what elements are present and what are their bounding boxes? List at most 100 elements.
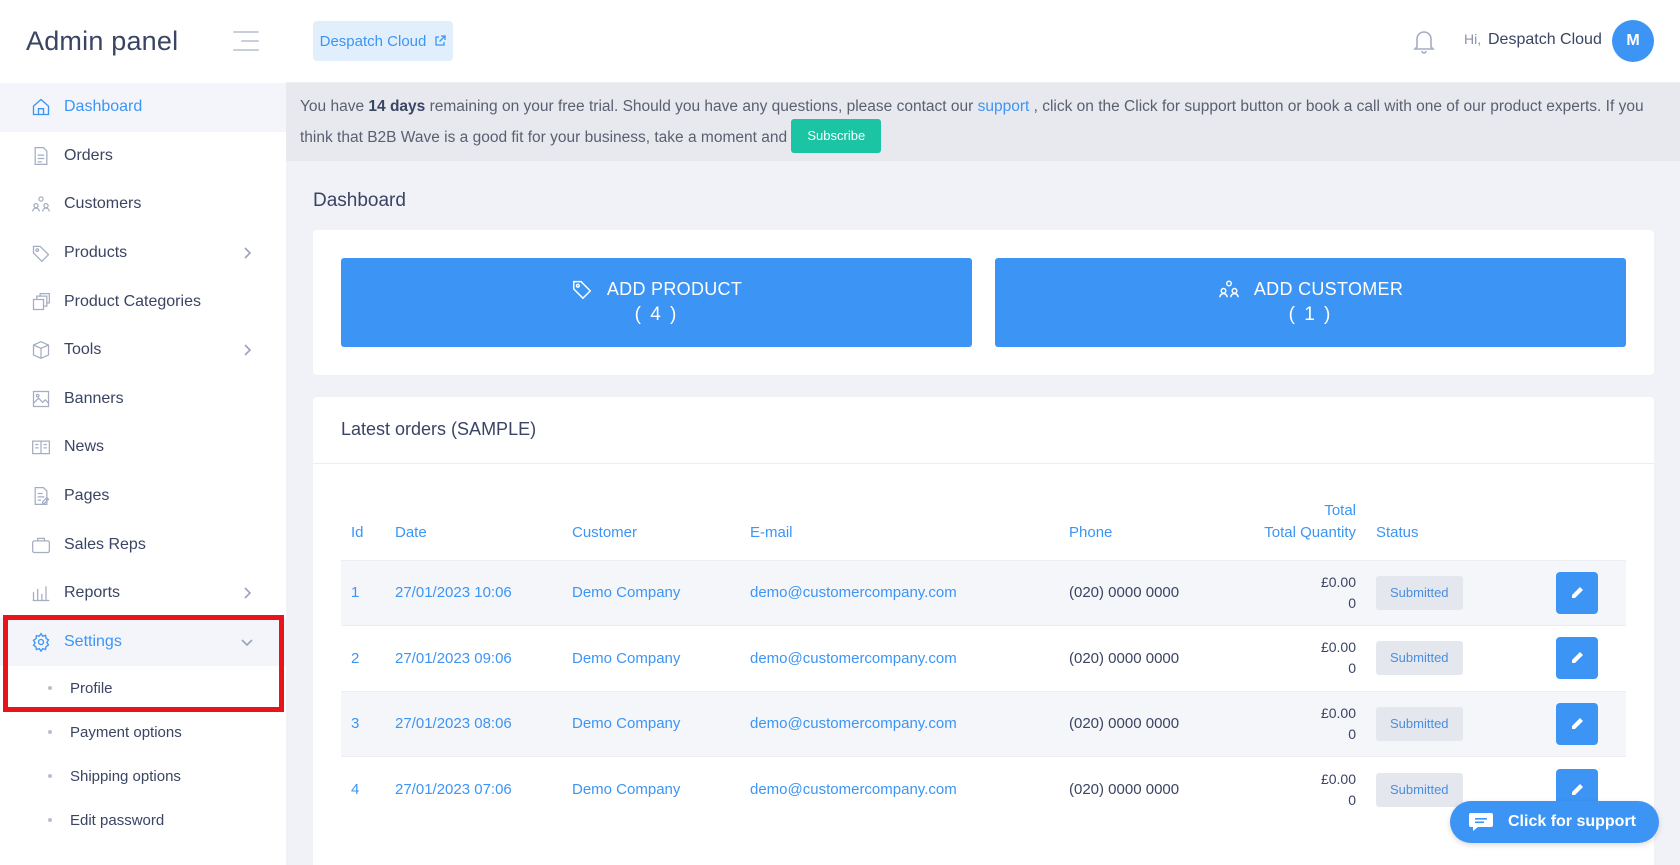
order-total-amount: £0.00: [1320, 770, 1356, 787]
sidebar-item-label: Settings: [64, 632, 122, 650]
box-icon: [30, 339, 52, 361]
categories-icon: [30, 291, 52, 313]
order-customer[interactable]: Demo Company: [562, 756, 740, 822]
order-email[interactable]: demo@customercompany.com: [740, 625, 1059, 691]
avatar[interactable]: M: [1612, 20, 1654, 62]
sidebar-subitem-shipping-options[interactable]: Shipping options: [0, 754, 286, 798]
col-total-quantity-label: Total Quantity: [1264, 523, 1356, 541]
order-date[interactable]: 27/01/2023 07:06: [385, 756, 562, 822]
bullet-icon: [48, 774, 52, 779]
sidebar-item-reports[interactable]: Reports: [0, 569, 286, 618]
order-id[interactable]: 2: [341, 625, 385, 691]
latest-orders-card: Latest orders (SAMPLE) Id Date Customer …: [313, 397, 1654, 865]
order-email[interactable]: demo@customercompany.com: [740, 690, 1059, 757]
trial-banner: You have 14 days remaining on your free …: [286, 83, 1680, 161]
order-total-amount: £0.00: [1320, 639, 1356, 656]
col-id[interactable]: Id: [341, 497, 385, 560]
bullet-icon: [48, 686, 52, 691]
sidebar-item-customers[interactable]: Customers: [0, 180, 286, 229]
add-product-button[interactable]: ADD PRODUCT ( 4 ): [341, 258, 972, 347]
menu-toggle-icon[interactable]: [229, 29, 259, 53]
pencil-icon: [1572, 586, 1583, 598]
bell-icon[interactable]: [1412, 28, 1436, 54]
order-id[interactable]: 1: [341, 559, 385, 626]
sidebar-item-pages[interactable]: Pages: [0, 472, 286, 521]
sidebar-item-news[interactable]: News: [0, 423, 286, 472]
chevron-right-icon: [244, 587, 252, 599]
customer-count: ( 1 ): [1288, 304, 1333, 325]
order-date[interactable]: 27/01/2023 10:06: [385, 559, 562, 626]
support-link[interactable]: support: [978, 98, 1030, 115]
col-email[interactable]: E-mail: [740, 497, 1059, 560]
order-id[interactable]: 3: [341, 690, 385, 757]
col-total[interactable]: Total Total Quantity: [1194, 497, 1366, 560]
sidebar-item-tools[interactable]: Tools: [0, 326, 286, 375]
sidebar-item-label: Reports: [64, 584, 121, 602]
sidebar-item-orders[interactable]: Orders: [0, 132, 286, 181]
col-customer[interactable]: Customer: [562, 497, 740, 560]
sidebar-item-product-categories[interactable]: Product Categories: [0, 277, 286, 326]
chevron-right-icon: [244, 247, 252, 259]
sidebar-item-label: Pages: [64, 487, 110, 505]
order-actions: [1501, 625, 1626, 691]
sidebar-subitem-profile[interactable]: Profile: [0, 666, 286, 710]
orders-title: Latest orders (SAMPLE): [341, 419, 537, 439]
click-for-support-button[interactable]: Click for support: [1450, 801, 1659, 843]
sidebar: Admin panel Dashboard Orders Customers P…: [0, 0, 286, 865]
order-status: Submitted: [1366, 559, 1501, 626]
order-status: Submitted: [1366, 690, 1501, 757]
add-customer-button[interactable]: ADD CUSTOMER ( 1 ): [995, 258, 1626, 347]
page-title: Dashboard: [313, 190, 406, 211]
order-date[interactable]: 27/01/2023 09:06: [385, 625, 562, 691]
external-link-icon: [435, 35, 447, 46]
sidebar-subitem-edit-password[interactable]: Edit password: [0, 798, 286, 842]
col-status[interactable]: Status: [1366, 497, 1501, 560]
visit-site-button[interactable]: Despatch Cloud: [313, 21, 453, 61]
order-total-qty: 0: [1348, 791, 1356, 808]
subitem-label: Payment options: [70, 723, 182, 741]
edit-order-button[interactable]: [1556, 571, 1598, 614]
col-phone[interactable]: Phone: [1059, 497, 1194, 560]
sidebar-item-settings[interactable]: Settings: [0, 617, 286, 667]
pencil-icon: [1572, 717, 1583, 729]
sidebar-item-sales-reps[interactable]: Sales Reps: [0, 520, 286, 569]
chevron-right-icon: [244, 344, 252, 356]
sidebar-item-label: News: [64, 438, 105, 456]
subscribe-button[interactable]: Subscribe: [791, 119, 882, 153]
sidebar-item-label: Sales Reps: [64, 535, 146, 553]
order-total: £0.00 0: [1194, 559, 1366, 626]
order-email[interactable]: demo@customercompany.com: [740, 756, 1059, 822]
order-total-qty: 0: [1348, 594, 1356, 611]
sidebar-item-banners[interactable]: Banners: [0, 375, 286, 424]
sidebar-item-dashboard[interactable]: Dashboard: [0, 83, 286, 132]
sidebar-item-label: Banners: [64, 389, 124, 407]
order-id[interactable]: 4: [341, 756, 385, 822]
pencil-icon: [1572, 783, 1583, 795]
users-icon: [30, 193, 52, 215]
tag-icon: [572, 280, 592, 300]
bullet-icon: [48, 818, 52, 823]
order-date[interactable]: 27/01/2023 08:06: [385, 690, 562, 757]
edit-order-button[interactable]: [1556, 702, 1598, 745]
edit-order-button[interactable]: [1556, 637, 1598, 680]
order-actions: [1501, 690, 1626, 757]
sidebar-item-label: Dashboard: [64, 98, 143, 116]
order-total: £0.00 0: [1194, 756, 1366, 822]
user-name[interactable]: Despatch Cloud: [1488, 31, 1602, 49]
order-customer[interactable]: Demo Company: [562, 625, 740, 691]
add-product-label: ADD PRODUCT: [606, 278, 743, 299]
table-row: 1 27/01/2023 10:06 Demo Company demo@cus…: [341, 559, 1626, 626]
col-date[interactable]: Date: [385, 497, 562, 560]
sidebar-nav: Dashboard Orders Customers Products Prod…: [0, 83, 286, 667]
sidebar-subitem-payment-options[interactable]: Payment options: [0, 710, 286, 754]
sidebar-item-products[interactable]: Products: [0, 229, 286, 278]
status-badge: Submitted: [1376, 641, 1463, 676]
sidebar-item-label: Customers: [64, 195, 142, 213]
briefcase-icon: [30, 534, 52, 556]
status-badge: Submitted: [1376, 706, 1463, 741]
status-badge: Submitted: [1376, 772, 1463, 807]
order-customer[interactable]: Demo Company: [562, 559, 740, 626]
order-email[interactable]: demo@customercompany.com: [740, 559, 1059, 626]
order-customer[interactable]: Demo Company: [562, 690, 740, 757]
orders-table: Id Date Customer E-mail Phone Total Total…: [341, 497, 1626, 822]
